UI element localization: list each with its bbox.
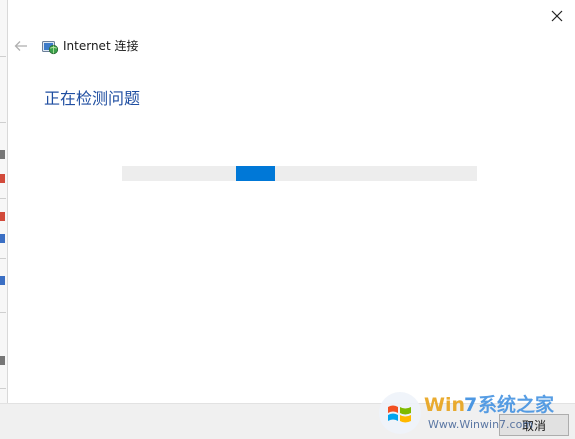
background-text-fragment bbox=[0, 212, 5, 221]
cancel-button[interactable]: 取消 bbox=[499, 414, 569, 436]
background-line bbox=[0, 198, 6, 199]
background-text-fragment bbox=[0, 174, 5, 183]
background-line bbox=[0, 122, 6, 123]
background-text-fragment bbox=[0, 234, 5, 243]
close-icon bbox=[551, 10, 563, 22]
troubleshooter-window: Internet 连接 正在检测问题 取消 Win 7 系统之家 Www.Win… bbox=[0, 0, 575, 439]
window-title: Internet 连接 bbox=[63, 39, 139, 53]
background-line bbox=[0, 388, 6, 389]
background-line bbox=[0, 56, 6, 57]
network-globe-icon bbox=[42, 41, 58, 55]
background-window-edge bbox=[0, 0, 8, 439]
back-button[interactable] bbox=[12, 37, 30, 55]
background-text-fragment bbox=[0, 276, 5, 285]
background-line bbox=[0, 258, 6, 259]
close-button[interactable] bbox=[547, 6, 567, 26]
background-text-fragment bbox=[0, 356, 5, 365]
dialog-footer: 取消 bbox=[0, 403, 575, 439]
progress-bar-indicator bbox=[235, 166, 275, 181]
progress-bar bbox=[122, 166, 477, 181]
background-line bbox=[0, 312, 6, 313]
back-arrow-icon bbox=[14, 41, 27, 51]
background-text-fragment bbox=[0, 150, 5, 159]
status-heading: 正在检测问题 bbox=[44, 89, 141, 108]
